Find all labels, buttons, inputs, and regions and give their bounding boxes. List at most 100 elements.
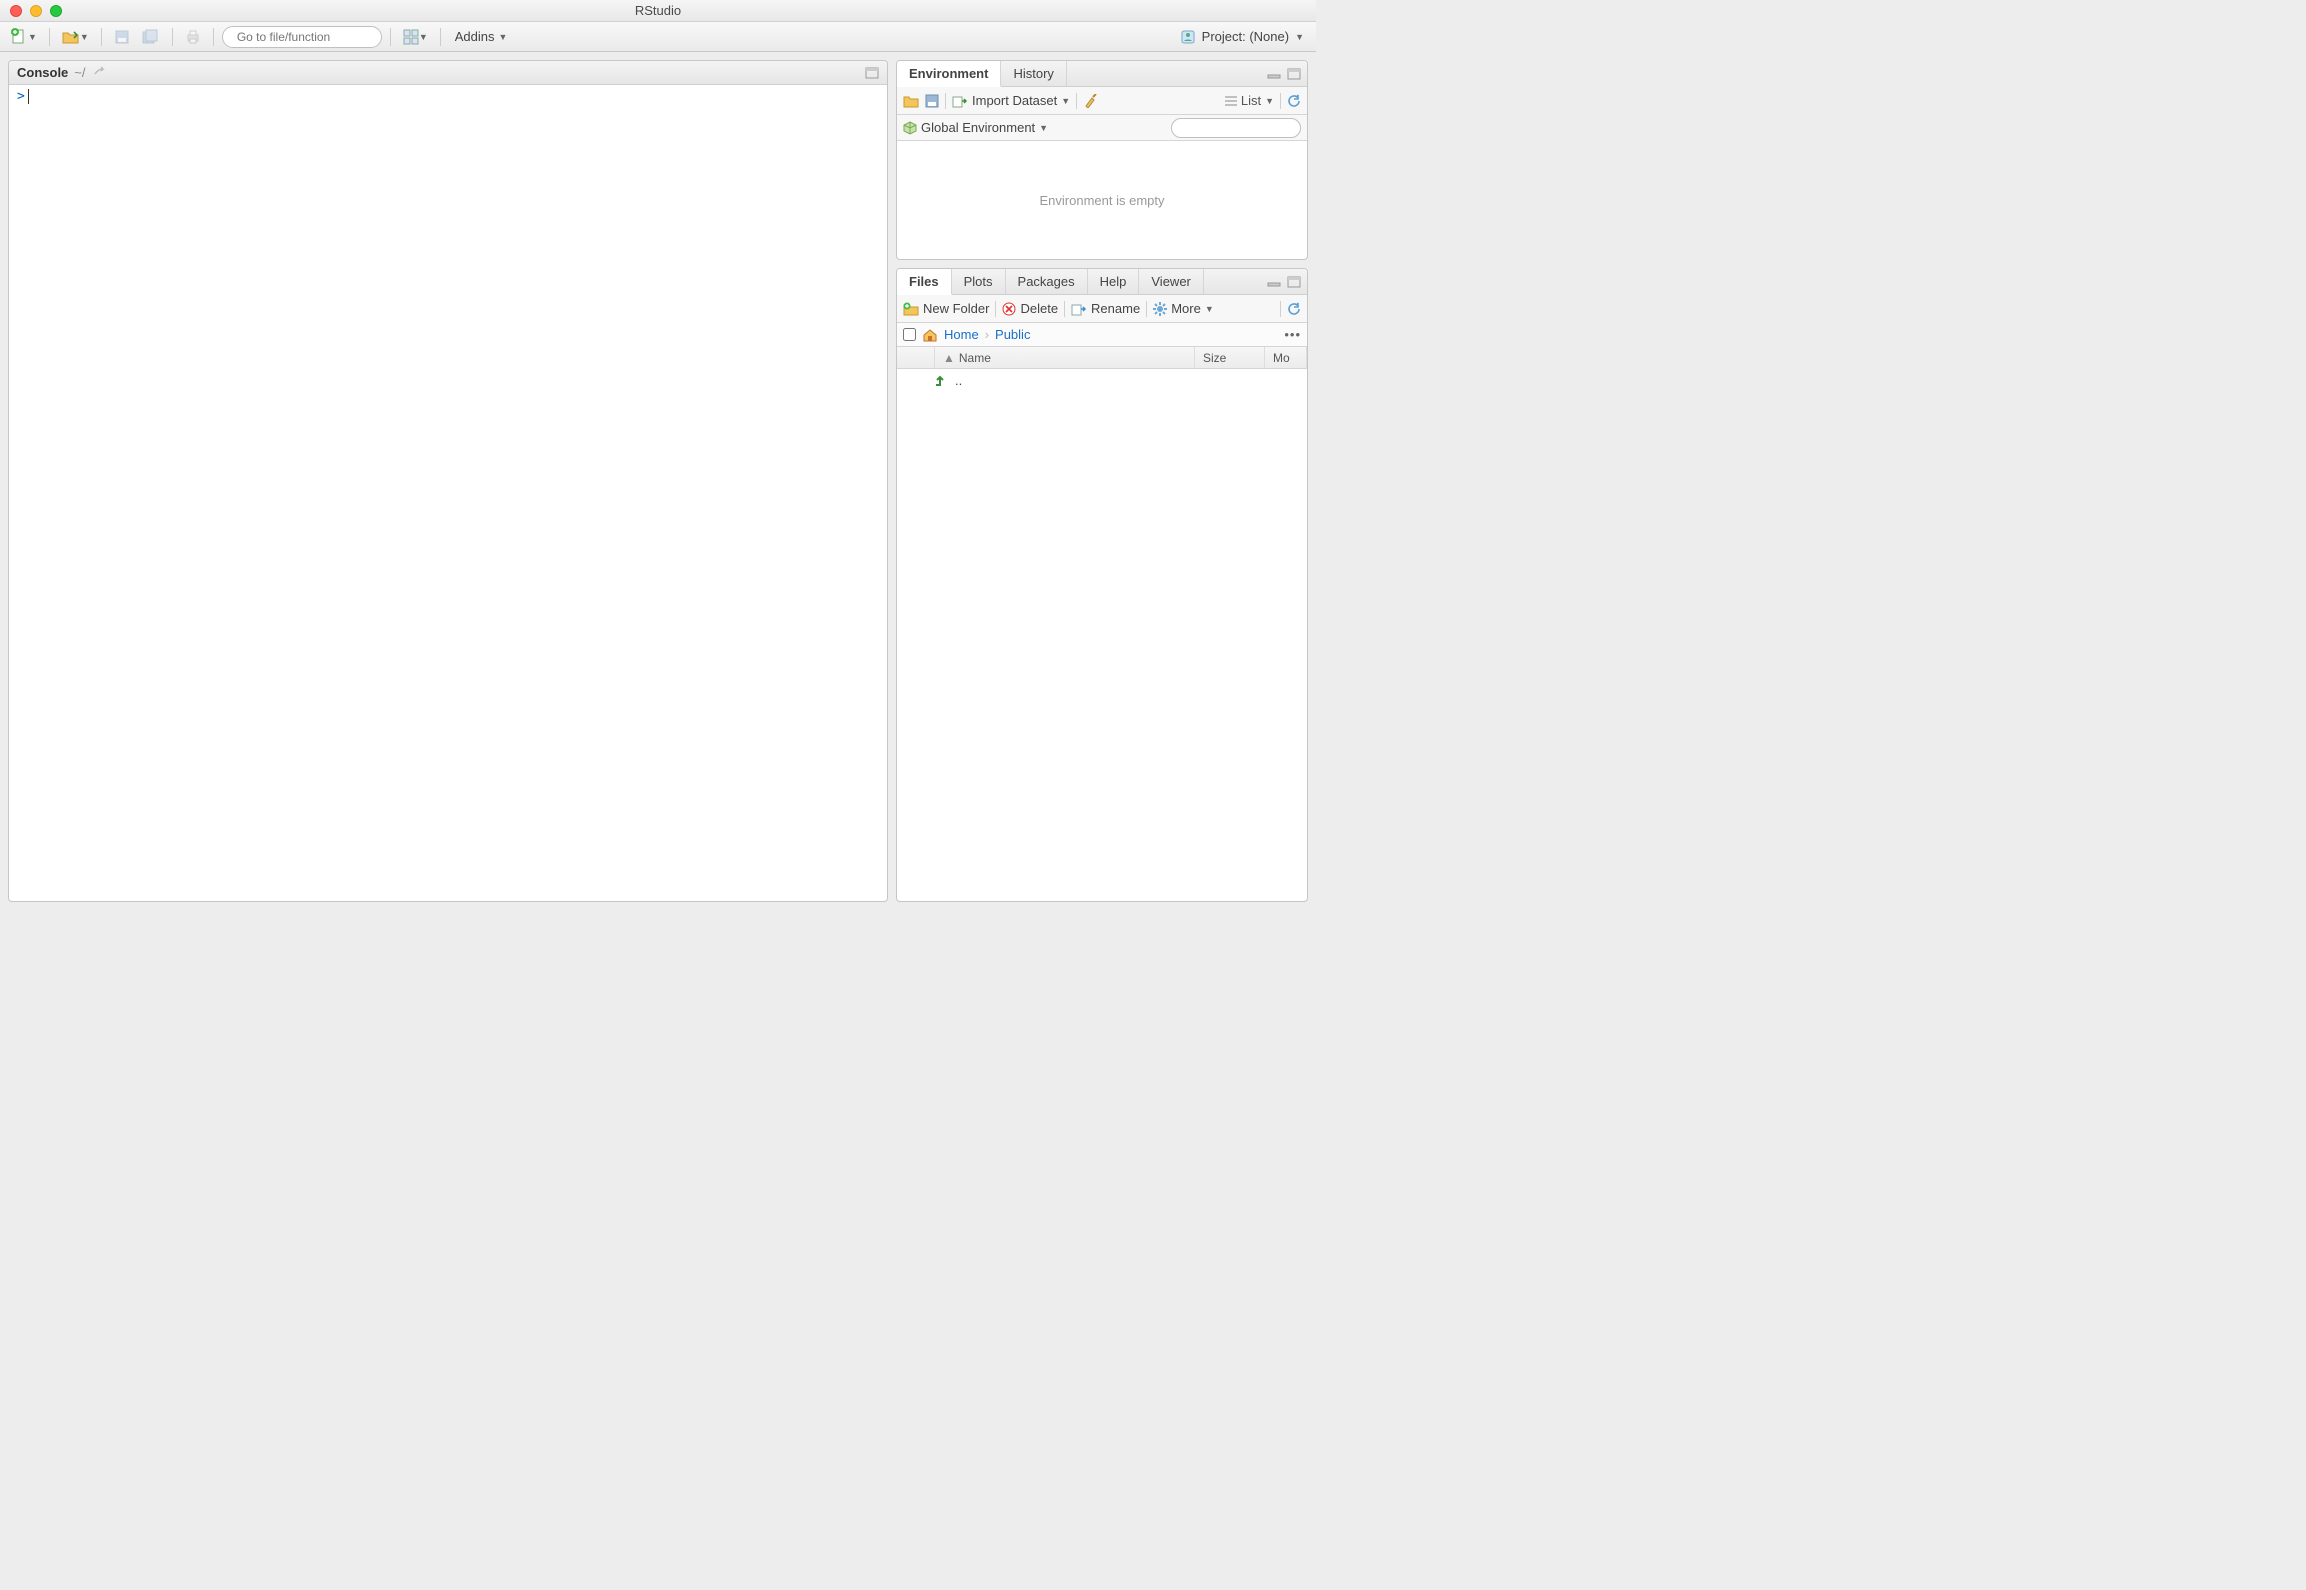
env-search-input[interactable] [1182,121,1308,135]
rename-label: Rename [1091,301,1140,316]
refresh-button[interactable] [1287,94,1301,108]
console-path: ~/ [74,65,85,80]
files-toolbar: New Folder Delete Rename More ▼ [897,295,1307,323]
separator [49,28,50,46]
breadcrumb-home[interactable]: Home [944,327,979,342]
save-workspace-button[interactable] [925,94,939,108]
col-modified[interactable]: Mo [1265,347,1307,368]
dropdown-caret-icon: ▼ [1061,96,1070,106]
separator [1064,301,1065,317]
goto-input[interactable] [237,30,392,44]
dropdown-caret-icon: ▼ [80,32,89,42]
separator [1280,93,1281,109]
list-label: List [1241,93,1261,108]
left-pane: Console ~/ > [8,60,888,902]
tab-help[interactable]: Help [1088,269,1140,294]
import-dataset-button[interactable]: Import Dataset ▼ [952,93,1070,108]
delete-button[interactable]: Delete [1002,301,1058,316]
parent-dir-label: .. [955,373,962,388]
save-all-icon [142,29,160,45]
env-tabs: Environment History [897,61,1307,87]
environment-panel: Environment History Import Datas [896,60,1308,260]
window-title: RStudio [0,3,1316,18]
col-name[interactable]: ▲ Name [935,347,1195,368]
new-folder-icon [903,302,919,316]
window-controls [0,5,62,17]
window-title-bar: RStudio [0,0,1316,22]
grid-icon [403,29,419,45]
dropdown-caret-icon: ▼ [499,32,508,42]
list-icon [1225,96,1237,106]
separator [995,301,996,317]
goto-file-function-field[interactable] [222,26,382,48]
maximize-pane-icon[interactable] [865,67,879,79]
import-icon [952,94,968,108]
scope-label: Global Environment [921,120,1035,135]
save-all-button[interactable] [138,26,164,48]
maximize-pane-icon[interactable] [1287,276,1301,288]
env-scope-selector[interactable]: Global Environment ▼ [903,120,1048,135]
popout-icon[interactable] [92,66,106,80]
minimize-window-button[interactable] [30,5,42,17]
breadcrumb-separator-icon: › [985,327,989,342]
tab-plots[interactable]: Plots [952,269,1006,294]
workspace-panes-button[interactable]: ▼ [399,26,432,48]
env-empty-message: Environment is empty [1040,193,1165,208]
save-button[interactable] [110,26,134,48]
select-all-checkbox[interactable] [903,328,916,341]
dropdown-caret-icon: ▼ [419,32,428,42]
files-tabs: Files Plots Packages Help Viewer [897,269,1307,295]
project-menu[interactable]: Project: (None) ▼ [1180,29,1310,45]
env-search-field[interactable] [1171,118,1301,138]
home-icon[interactable] [922,328,938,342]
col-checkbox [897,347,935,368]
tab-history[interactable]: History [1001,61,1066,86]
main-toolbar: ▼ ▼ ▼ Addins ▼ Project: (None) ▼ [0,22,1316,52]
refresh-icon [1287,302,1301,316]
new-folder-button[interactable]: New Folder [903,301,989,316]
addins-menu[interactable]: Addins ▼ [449,29,514,44]
import-label: Import Dataset [972,93,1057,108]
dropdown-caret-icon: ▼ [28,32,37,42]
console-prompt: > [17,89,25,104]
dropdown-caret-icon: ▼ [1039,123,1048,133]
path-options-button[interactable]: ••• [1284,327,1301,342]
sort-asc-icon: ▲ [943,351,955,365]
close-window-button[interactable] [10,5,22,17]
separator [440,28,441,46]
tab-environment[interactable]: Environment [897,61,1001,87]
rename-icon [1071,302,1087,316]
zoom-window-button[interactable] [50,5,62,17]
tab-packages[interactable]: Packages [1006,269,1088,294]
load-workspace-button[interactable] [903,94,919,108]
addins-label: Addins [455,29,495,44]
minimize-pane-icon[interactable] [1267,277,1281,287]
project-label: Project: (None) [1202,29,1289,44]
env-view-menu[interactable]: List ▼ [1225,93,1274,108]
right-pane: Environment History Import Datas [896,60,1308,902]
refresh-icon [1287,94,1301,108]
breadcrumb-public[interactable]: Public [995,327,1030,342]
tab-files[interactable]: Files [897,269,952,295]
console-body[interactable]: > [9,85,887,901]
console-header: Console ~/ [9,61,887,85]
open-file-button[interactable]: ▼ [58,26,93,48]
maximize-pane-icon[interactable] [1287,68,1301,80]
save-icon [114,29,130,45]
separator [101,28,102,46]
parent-dir-row[interactable]: .. [897,369,1307,391]
new-file-button[interactable]: ▼ [6,26,41,48]
refresh-files-button[interactable] [1287,302,1301,316]
col-size[interactable]: Size [1195,347,1265,368]
print-button[interactable] [181,26,205,48]
files-table-header: ▲ Name Size Mo [897,347,1307,369]
tab-viewer[interactable]: Viewer [1139,269,1204,294]
console-title: Console [17,65,68,80]
separator [213,28,214,46]
rename-button[interactable]: Rename [1071,301,1140,316]
clear-workspace-button[interactable] [1083,94,1097,108]
minimize-pane-icon[interactable] [1267,69,1281,79]
dropdown-caret-icon: ▼ [1205,304,1214,314]
project-icon [1180,29,1196,45]
more-button[interactable]: More ▼ [1153,301,1214,316]
